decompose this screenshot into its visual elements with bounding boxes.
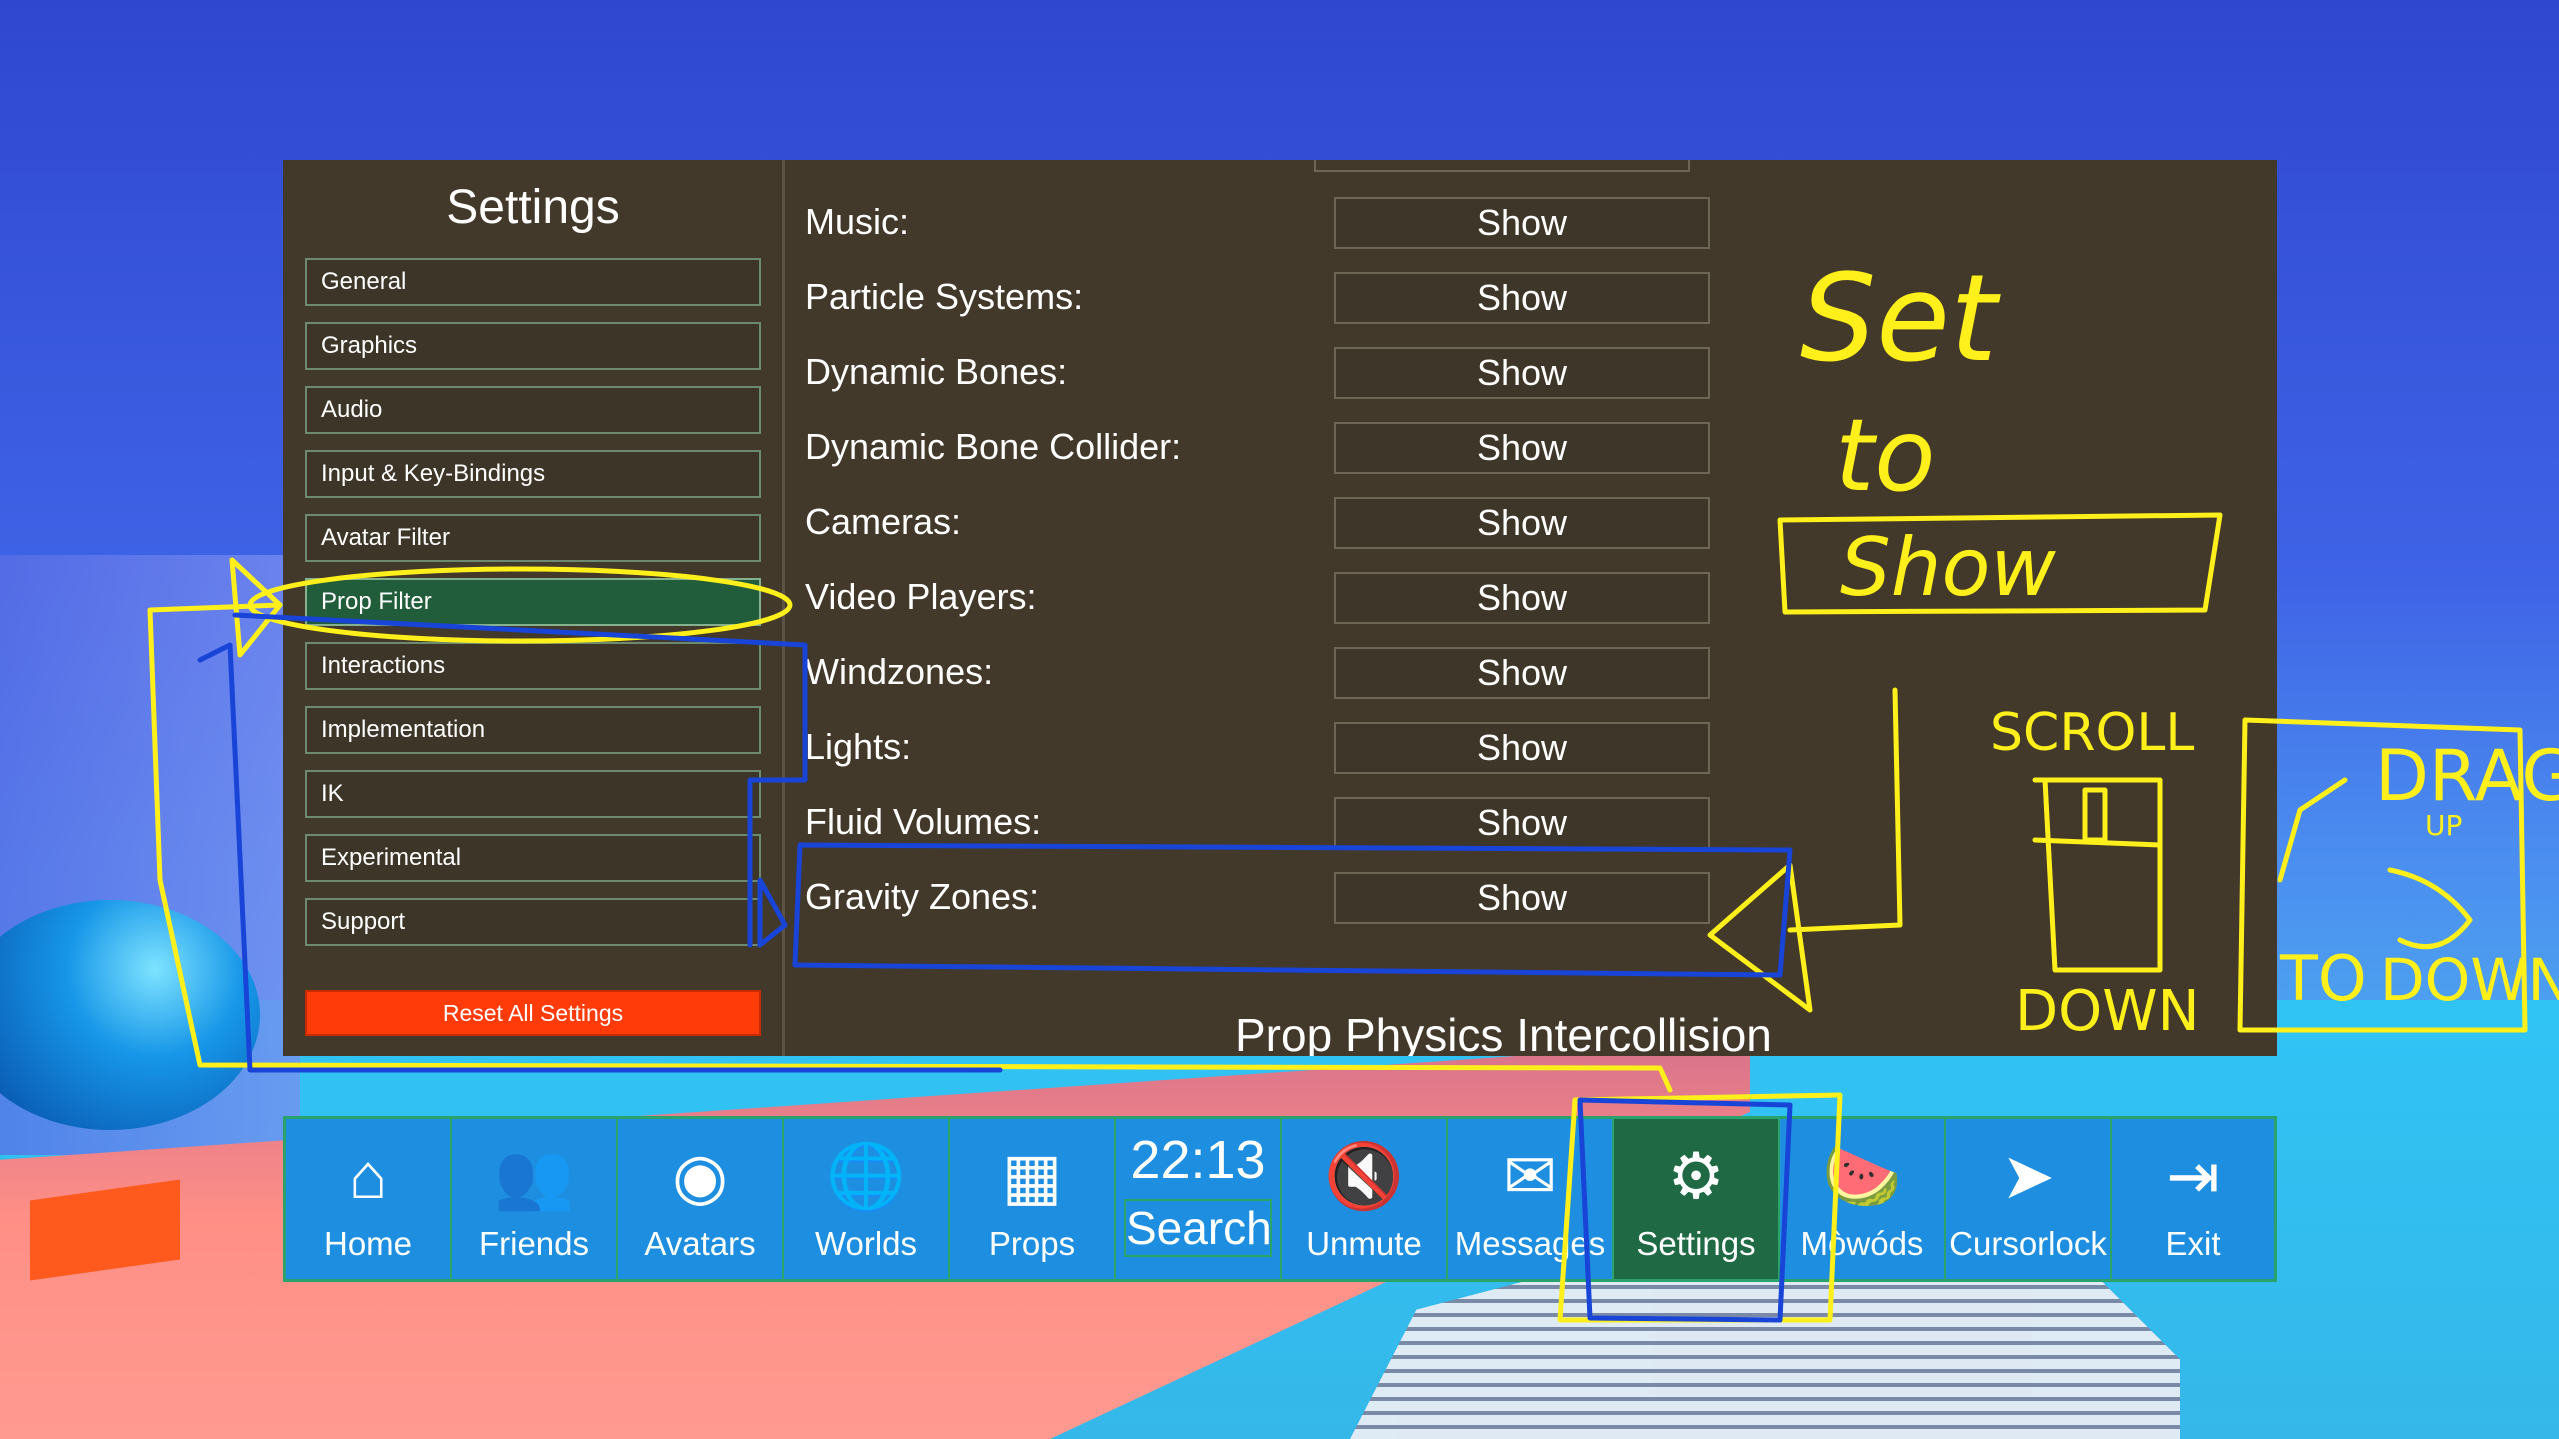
row-label: Gravity Zones: <box>805 876 1040 917</box>
nav-audio[interactable]: Audio <box>305 386 761 434</box>
dynamic-bones-dropdown[interactable]: Show <box>1334 347 1710 399</box>
avatar-icon: ◉ <box>672 1140 728 1212</box>
home-icon: ⌂ <box>348 1140 388 1212</box>
setting-row-video-players: Video Players: Show <box>805 572 1745 624</box>
section-heading: Prop Physics Intercollision <box>1235 1009 1772 1056</box>
menu-exit[interactable]: ⇥ Exit <box>2112 1119 2274 1279</box>
search-button[interactable]: Search <box>1124 1199 1272 1257</box>
globe-icon: 🌐 <box>826 1140 906 1212</box>
particle-systems-dropdown[interactable]: Show <box>1334 272 1710 324</box>
note-down2: DOWN <box>2380 946 2559 1014</box>
nav-ik[interactable]: IK <box>305 770 761 818</box>
prop-filter-list[interactable]: Music: Show Particle Systems: Show Dynam… <box>785 160 2277 1056</box>
cameras-dropdown[interactable]: Show <box>1334 497 1710 549</box>
nav-prop-filter[interactable]: Prop Filter <box>305 578 761 626</box>
nav-avatar-filter[interactable]: Avatar Filter <box>305 514 761 562</box>
ball-stem <box>30 1179 180 1281</box>
setting-row-music: Music: Show <box>805 197 1745 249</box>
menu-props[interactable]: ▦ Props <box>950 1119 1116 1279</box>
row-label: Dynamic Bones: <box>805 351 1068 392</box>
menu-label: Unmute <box>1306 1225 1422 1262</box>
menu-label: Mòwóds <box>1800 1225 1924 1262</box>
row-label: Fluid Volumes: <box>805 801 1042 842</box>
nav-interactions[interactable]: Interactions <box>305 642 761 690</box>
menu-label: Friends <box>478 1225 590 1262</box>
menu-friends[interactable]: 👥 Friends <box>452 1119 618 1279</box>
drag-arrow <box>2277 777 2348 883</box>
row-label: Particle Systems: <box>805 276 1084 317</box>
quick-menu-bar: ⌂ Home 👥 Friends ◉ Avatars 🌐 Worlds ▦ Pr… <box>283 1116 2277 1282</box>
row-label: Cameras: <box>805 501 962 542</box>
setting-row-gravity-zones: Gravity Zones: Show <box>805 872 1745 924</box>
exit-icon: ⇥ <box>2166 1140 2220 1212</box>
row-label: Lights: <box>805 726 912 767</box>
setting-row-windzones: Windzones: Show <box>805 647 1745 699</box>
row-label: Windzones: <box>805 651 994 692</box>
gear-icon: ⚙ <box>1667 1140 1725 1212</box>
nav-support[interactable]: Support <box>305 898 761 946</box>
setting-row-dynamic-bone-collider: Dynamic Bone Collider: Show <box>805 422 1745 474</box>
lights-dropdown[interactable]: Show <box>1334 722 1710 774</box>
setting-row-lights: Lights: Show <box>805 722 1745 774</box>
menu-cursorlock[interactable]: ➤ Cursorlock <box>1946 1119 2112 1279</box>
setting-row-dynamic-bones: Dynamic Bones: Show <box>805 347 1745 399</box>
nav-input-keybindings[interactable]: Input & Key-Bindings <box>305 450 761 498</box>
menu-label: Home <box>323 1225 413 1262</box>
settings-sidebar: Settings General Graphics Audio Input & … <box>283 160 783 1056</box>
dynamic-bone-collider-dropdown[interactable]: Show <box>1334 422 1710 474</box>
nav-graphics[interactable]: Graphics <box>305 322 761 370</box>
menu-settings[interactable]: ⚙ Settings <box>1614 1119 1780 1279</box>
partial-row-button[interactable] <box>1314 160 1690 172</box>
menu-label: Messages <box>1454 1225 1606 1262</box>
reset-all-settings-button[interactable]: Reset All Settings <box>305 990 761 1036</box>
menu-label: Exit <box>2165 1225 2221 1262</box>
clock: 22:13 <box>1130 1130 1266 1190</box>
nav-general[interactable]: General <box>305 258 761 306</box>
nav-experimental[interactable]: Experimental <box>305 834 761 882</box>
setting-row-particle-systems: Particle Systems: Show <box>805 272 1745 324</box>
setting-row-fluid-volumes: Fluid Volumes: Show <box>805 797 1745 849</box>
settings-panel: Settings General Graphics Audio Input & … <box>283 160 2277 1056</box>
blue-ball <box>0 900 260 1130</box>
music-dropdown[interactable]: Show <box>1334 197 1710 249</box>
menu-worlds[interactable]: 🌐 Worlds <box>784 1119 950 1279</box>
note-to2: TO <box>2279 942 2367 1015</box>
note-up: UP <box>2425 809 2462 842</box>
menu-home[interactable]: ⌂ Home <box>286 1119 452 1279</box>
menu-label: Props <box>988 1225 1076 1262</box>
menu-messages[interactable]: ✉ Messages <box>1448 1119 1614 1279</box>
drag-box <box>2237 717 2528 1033</box>
watermelon-icon: 🍉 <box>1822 1140 1902 1212</box>
fluid-volumes-dropdown[interactable]: Show <box>1334 797 1710 849</box>
note-drag: DRAG <box>2375 735 2559 817</box>
speaker-muted-icon: 🔇 <box>1324 1140 1404 1212</box>
row-label: Video Players: <box>805 576 1037 617</box>
video-players-dropdown[interactable]: Show <box>1334 572 1710 624</box>
menu-mods[interactable]: 🍉 Mòwóds <box>1780 1119 1946 1279</box>
cube-icon: ▦ <box>1001 1140 1063 1212</box>
menu-label: Worlds <box>814 1225 918 1262</box>
friends-icon: 👥 <box>494 1140 574 1212</box>
menu-label: Settings <box>1636 1225 1756 1262</box>
page-title: Settings <box>446 181 620 234</box>
row-label: Music: <box>805 201 910 242</box>
windzones-dropdown[interactable]: Show <box>1334 647 1710 699</box>
yellow-arrowhead-left <box>229 557 283 658</box>
menu-avatars[interactable]: ◉ Avatars <box>618 1119 784 1279</box>
menu-label: Cursorlock <box>1949 1225 2107 1262</box>
left-block <box>0 555 300 1155</box>
nav-implementation[interactable]: Implementation <box>305 706 761 754</box>
row-label: Dynamic Bone Collider: <box>805 426 1182 467</box>
menu-unmute[interactable]: 🔇 Unmute <box>1282 1119 1448 1279</box>
menu-search[interactable]: 22:13 Search <box>1116 1119 1282 1279</box>
hand-drawing <box>2387 867 2473 950</box>
setting-row-cameras: Cameras: Show <box>805 497 1745 549</box>
cursor-icon: ➤ <box>2001 1140 2055 1212</box>
envelope-icon: ✉ <box>1503 1140 1557 1212</box>
gravity-zones-dropdown[interactable]: Show <box>1334 872 1710 924</box>
menu-label: Avatars <box>644 1225 756 1262</box>
